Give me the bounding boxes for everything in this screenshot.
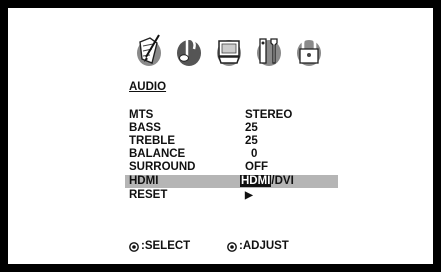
menu-tab-bar [131, 29, 327, 71]
row-label: RESET [129, 189, 168, 201]
menu-row-bass[interactable]: BASS 25 [129, 122, 341, 135]
tab-audio[interactable] [171, 29, 207, 71]
menu-row-treble[interactable]: TREBLE 25 [129, 135, 341, 148]
select-hint-label: :SELECT [141, 240, 191, 252]
row-value: 0 [251, 148, 258, 160]
hdmi-mode-selector[interactable]: HDMI/DVI [240, 175, 294, 188]
remote-dial-icon [227, 241, 237, 252]
remote-dial-icon [129, 241, 139, 252]
tools-icon [257, 38, 281, 66]
tab-lock[interactable] [291, 29, 327, 71]
row-label: TREBLE [129, 135, 175, 147]
menu-row-balance[interactable]: BALANCE 0 [129, 148, 341, 161]
row-value: 25 [245, 135, 258, 147]
row-label: MTS [129, 109, 154, 121]
adjust-hint-label: :ADJUST [239, 240, 289, 252]
footer-hints: :SELECT :ADJUST [8, 240, 433, 254]
paintbrush-icon [137, 34, 161, 66]
section-title: AUDIO [129, 81, 167, 93]
padlock-icon [297, 35, 321, 66]
play-arrow-icon: ▶ [245, 190, 253, 201]
tab-channel[interactable] [211, 29, 247, 71]
menu-row-mts[interactable]: MTS STEREO [129, 109, 341, 122]
menu-row-surround[interactable]: SURROUND OFF [129, 161, 341, 174]
row-label: SURROUND [129, 161, 196, 173]
menu-row-hdmi[interactable]: HDMI HDMI/DVI [125, 175, 338, 188]
row-value: STEREO [245, 109, 293, 121]
music-note-icon [177, 35, 201, 66]
row-label: BASS [129, 122, 161, 134]
tab-setup[interactable] [251, 29, 287, 71]
select-hint: :SELECT [129, 240, 190, 253]
row-value: 25 [245, 122, 258, 134]
tv-icon [217, 40, 241, 66]
row-label: BALANCE [129, 148, 186, 160]
menu-row-reset[interactable]: RESET ▶ [129, 189, 341, 202]
tab-picture[interactable] [131, 29, 167, 71]
osd-screen: AUDIO MTS STEREO BASS 25 TREBLE 25 BALAN… [8, 8, 433, 264]
hdmi-option-selected: HDMI [240, 175, 272, 187]
row-value: OFF [245, 161, 268, 173]
adjust-hint: :ADJUST [227, 240, 289, 253]
row-label: HDMI [129, 175, 159, 187]
hdmi-option-dvi: DVI [274, 175, 294, 187]
